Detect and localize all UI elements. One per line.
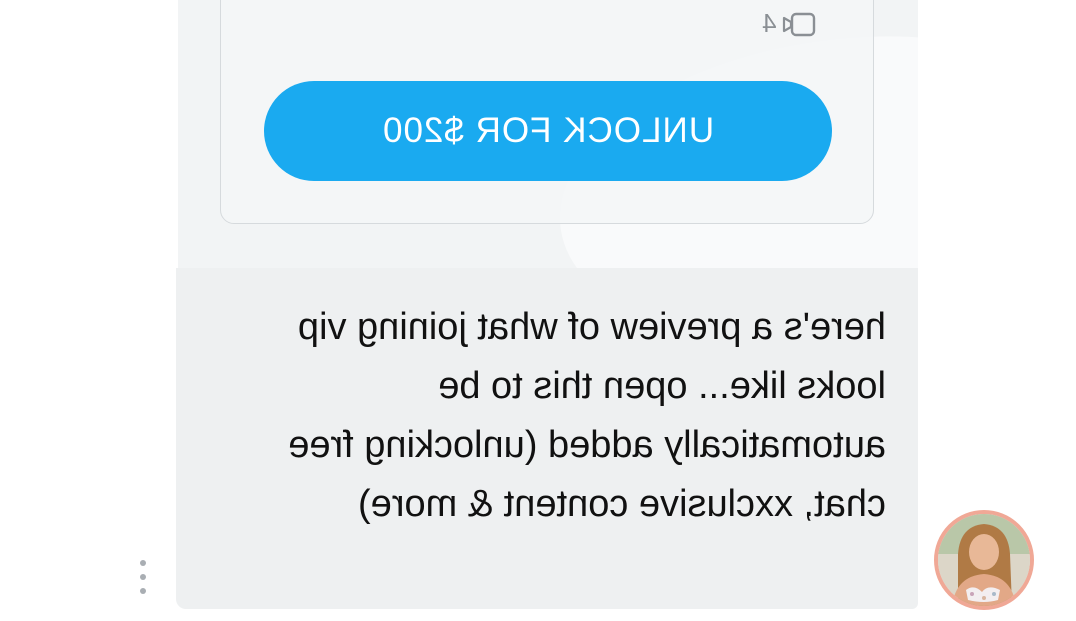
creator-avatar[interactable] xyxy=(934,510,1034,610)
media-count: 4 xyxy=(762,8,816,39)
unlock-button-label: UNLOCK FOR $200 xyxy=(381,111,715,150)
unlock-button[interactable]: UNLOCK FOR $200 xyxy=(264,81,832,181)
message-bubble: here's a preview of what joining vip loo… xyxy=(176,268,918,609)
more-vertical-icon[interactable] xyxy=(136,560,150,594)
message-text: here's a preview of what joining vip loo… xyxy=(288,306,886,525)
video-camera-icon xyxy=(783,12,816,36)
media-count-value: 4 xyxy=(762,8,777,38)
avatar-image xyxy=(938,514,1030,606)
